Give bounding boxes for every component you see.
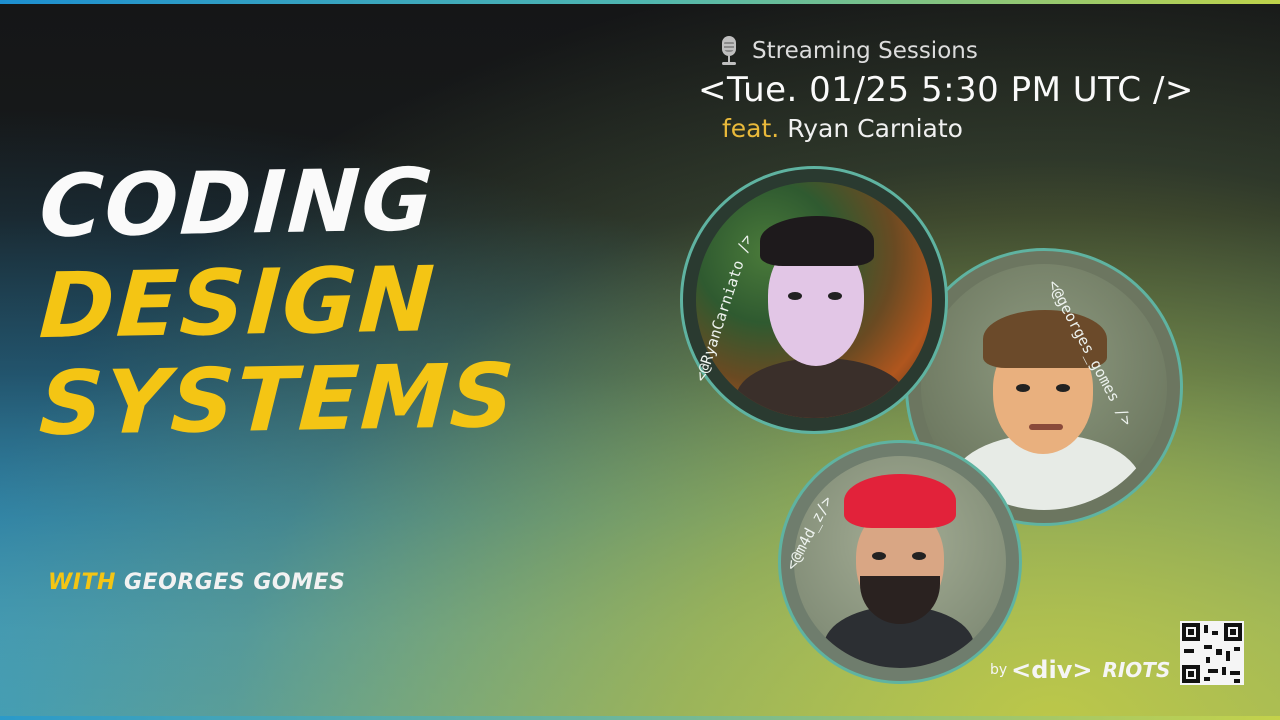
main-title: CODING DESIGN SYSTEMS bbox=[37, 150, 519, 455]
with-label: WITH bbox=[48, 570, 116, 595]
streaming-label: Streaming Sessions bbox=[752, 38, 978, 64]
feat-name: Ryan Carniato bbox=[787, 114, 963, 143]
featured-guest: feat. Ryan Carniato bbox=[722, 114, 963, 143]
brand-logo: by <div> RIOTS bbox=[990, 656, 1170, 684]
host-name: GEORGES GOMES bbox=[124, 570, 346, 595]
feat-label: feat. bbox=[722, 114, 780, 143]
by-label: by bbox=[990, 662, 1008, 678]
title-line-coding: CODING bbox=[37, 150, 437, 258]
microphone-icon bbox=[718, 36, 740, 66]
qr-code-icon bbox=[1180, 621, 1244, 685]
logo-name: RIOTS bbox=[1102, 658, 1171, 682]
event-datetime: <Tue. 01/25 5:30 PM UTC /> bbox=[698, 70, 1194, 110]
top-accent-line bbox=[0, 0, 1280, 4]
logo-tag: <div> bbox=[1011, 656, 1093, 684]
bottom-accent-line bbox=[0, 716, 1280, 720]
streaming-sessions-header: Streaming Sessions bbox=[718, 36, 978, 66]
title-line-design: DESIGN bbox=[37, 247, 439, 360]
avatar-m4d bbox=[794, 456, 1006, 668]
title-line-systems: SYSTEMS bbox=[37, 343, 519, 456]
host-byline: WITH GEORGES GOMES bbox=[48, 570, 345, 595]
